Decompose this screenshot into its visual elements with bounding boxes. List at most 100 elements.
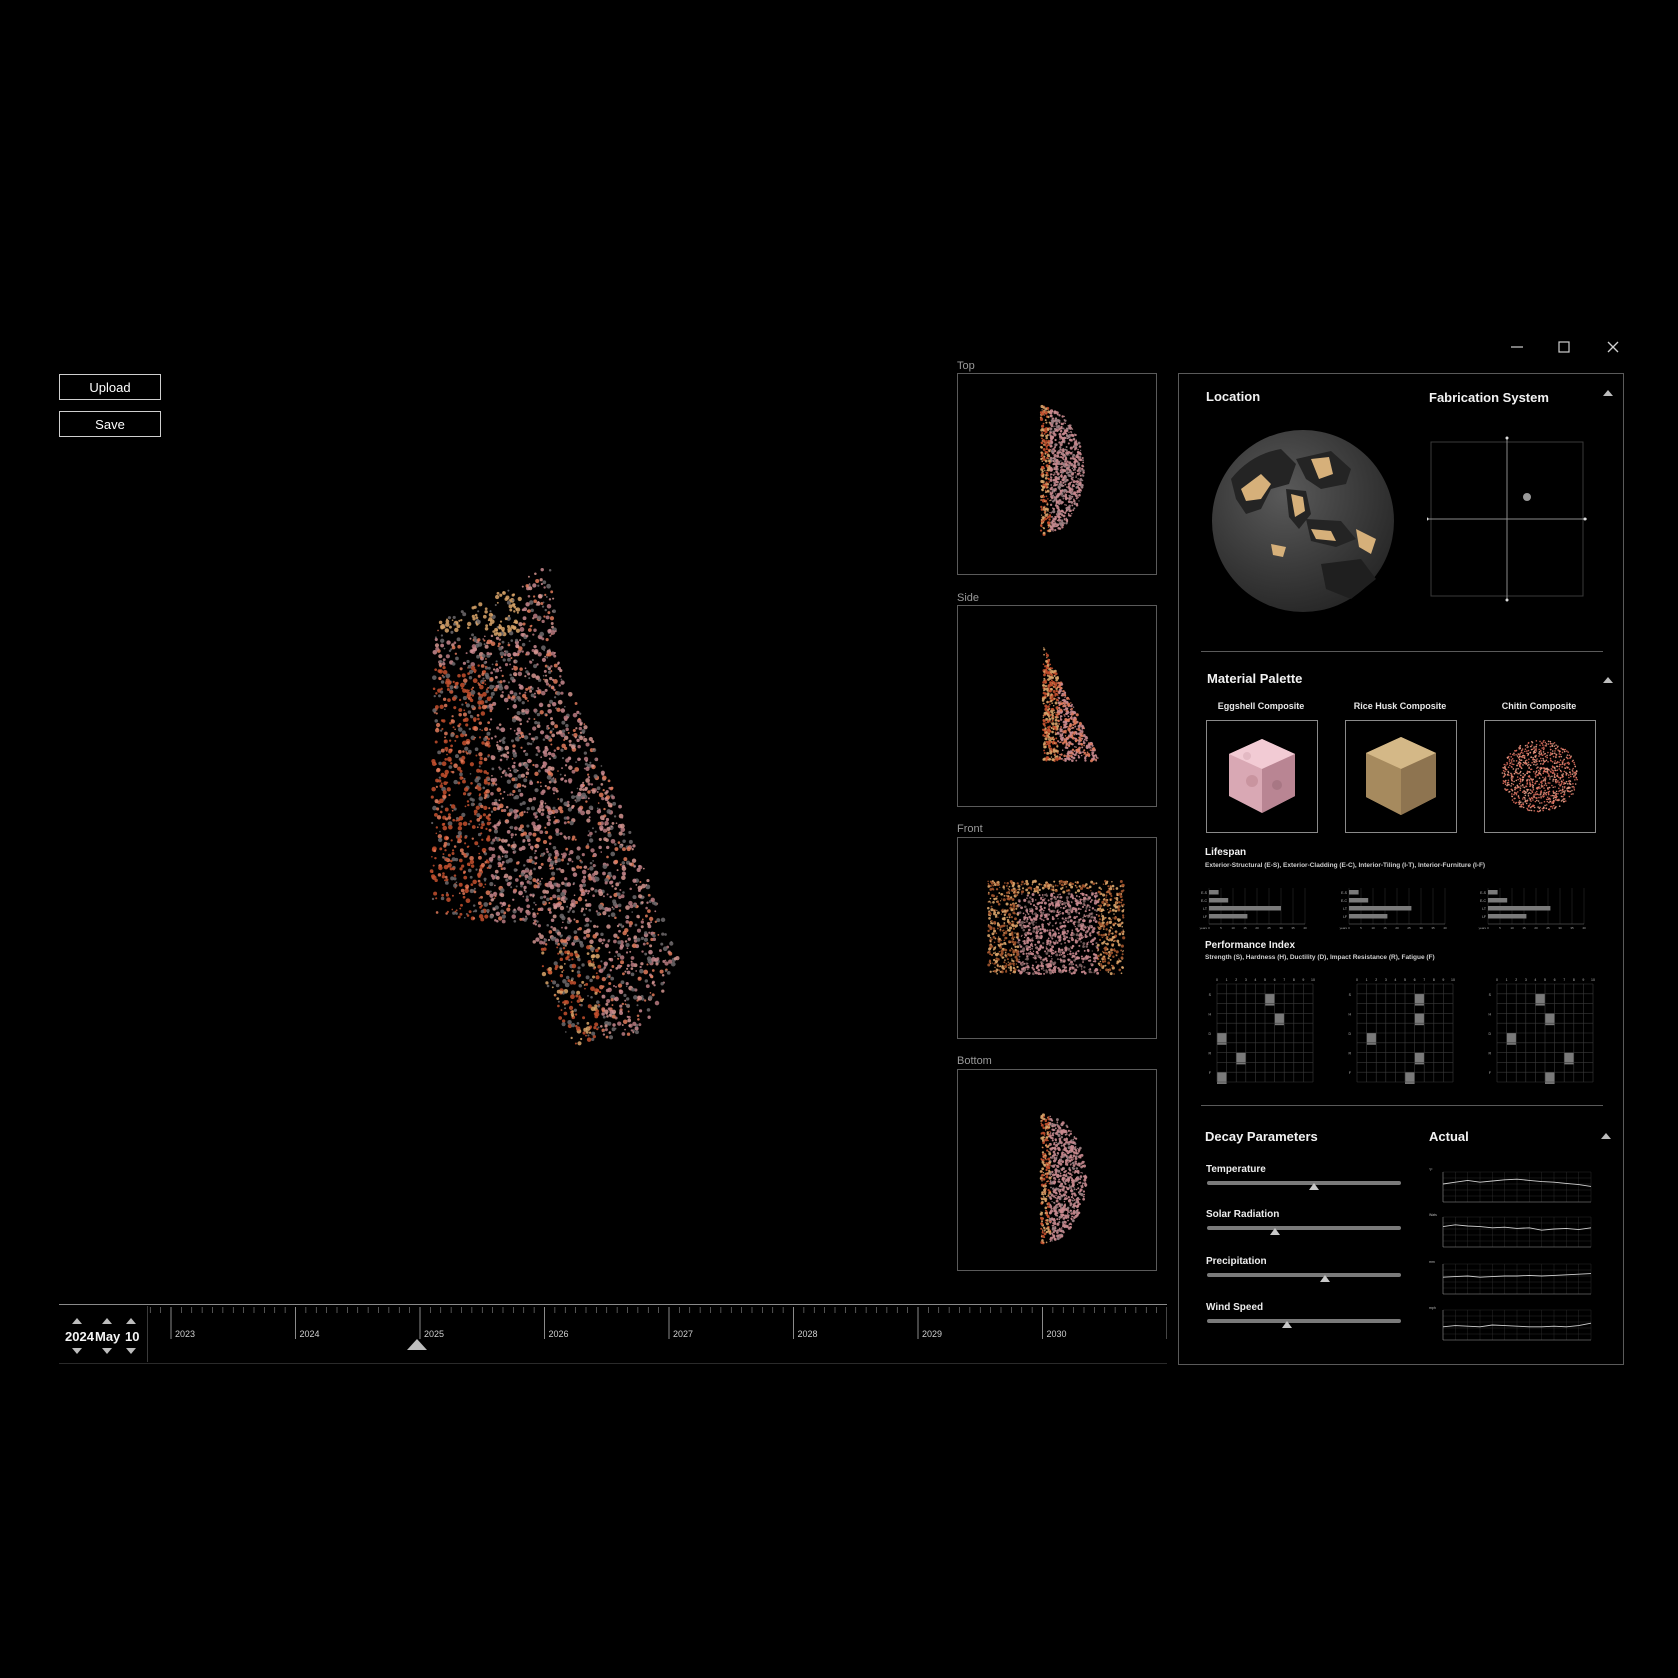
slider-thumb-solar-radiation[interactable]	[1269, 1228, 1280, 1235]
month-up-icon[interactable]	[102, 1318, 112, 1324]
lifespan-tick-label: 30	[1558, 926, 1562, 930]
lifespan-tick-label: 35	[1570, 926, 1574, 930]
lifespan-tick-label: 15	[1522, 926, 1526, 930]
performance-row-label: F	[1209, 1071, 1211, 1075]
performance-col-tick: 5	[1404, 978, 1406, 982]
maximize-icon[interactable]	[1557, 340, 1571, 354]
view-side[interactable]	[957, 605, 1157, 807]
timeline-year-label: 2030	[1046, 1329, 1067, 1339]
timeline-year-label: 2025	[424, 1329, 445, 1339]
save-button[interactable]: Save	[59, 411, 161, 437]
timeline-cursor[interactable]	[407, 1339, 428, 1350]
fabrication-system-chart[interactable]	[1425, 434, 1587, 604]
performance-col-tick: 10	[1311, 978, 1315, 982]
lifespan-subtitle: Exterior-Structural (E-S), Exterior-Clad…	[1205, 862, 1486, 869]
date-day[interactable]: 10	[125, 1329, 139, 1344]
performance-row-label: R	[1348, 1052, 1351, 1056]
lifespan-chart: E-S E-C I-T I-F 0 5 10 15 20 25 30 35 40 years	[1200, 888, 1307, 930]
date-picker: 2024 May 10	[59, 1306, 148, 1362]
lifespan-bar	[1488, 906, 1551, 911]
lifespan-bar	[1209, 906, 1281, 911]
material-swatch-eggshell[interactable]	[1206, 720, 1318, 833]
timeline-year-label: 2027	[673, 1329, 694, 1339]
performance-row-label: D	[1348, 1032, 1351, 1036]
lifespan-tick-label: 20	[1395, 926, 1399, 930]
location-globe[interactable]	[1211, 429, 1395, 613]
day-up-icon[interactable]	[126, 1318, 136, 1324]
minimize-icon[interactable]	[1510, 340, 1524, 354]
lifespan-tick-label: 30	[1419, 926, 1423, 930]
performance-chart: 0 1 2 3 4 5 6 7 8 9 10 S H D R F	[1208, 978, 1315, 1084]
slider-thumb-precipitation[interactable]	[1320, 1275, 1331, 1282]
viewport-3d[interactable]	[380, 540, 720, 1080]
view-label-front: Front	[957, 823, 983, 835]
lifespan-bar	[1488, 914, 1527, 919]
performance-col-tick: 1	[1226, 978, 1228, 982]
performance-col-tick: 7	[1423, 978, 1425, 982]
lifespan-bar	[1209, 890, 1219, 895]
lifespan-row-label: E-S	[1480, 891, 1487, 895]
year-up-icon[interactable]	[72, 1318, 82, 1324]
lifespan-title: Lifespan	[1205, 847, 1247, 858]
performance-col-tick: 4	[1534, 978, 1536, 982]
lifespan-tick-label: 40	[1582, 926, 1586, 930]
performance-title: Performance Index	[1205, 940, 1296, 951]
fabrication-title: Fabrication System	[1429, 390, 1549, 405]
slider-track-temperature[interactable]	[1207, 1181, 1401, 1185]
lifespan-row-label: I-F	[1343, 915, 1347, 919]
lifespan-tick-label: 0	[1208, 926, 1210, 930]
slider-track-wind-speed[interactable]	[1207, 1319, 1401, 1323]
performance-row-label: D	[1488, 1032, 1491, 1036]
lifespan-tick-label: 5	[1220, 926, 1222, 930]
collapse-material-icon[interactable]	[1603, 677, 1613, 683]
upload-button[interactable]: Upload	[59, 374, 161, 400]
view-bottom[interactable]	[957, 1069, 1157, 1271]
lifespan-tick-label: 40	[1443, 926, 1447, 930]
lifespan-row-label: I-T	[1343, 907, 1348, 911]
lifespan-row-label: I-F	[1203, 915, 1207, 919]
material-swatch-rice-husk[interactable]	[1345, 720, 1457, 833]
lifespan-tick-label: 15	[1243, 926, 1247, 930]
day-down-icon[interactable]	[126, 1348, 136, 1354]
timeline-year-label: 2026	[548, 1329, 569, 1339]
lifespan-tick-label: 10	[1231, 926, 1235, 930]
decay-title: Decay Parameters	[1205, 1129, 1318, 1144]
lifespan-tick-label: 25	[1546, 926, 1550, 930]
performance-col-tick: 6	[1554, 978, 1556, 982]
param-label-temperature: Temperature	[1206, 1164, 1266, 1175]
slider-thumb-wind-speed[interactable]	[1281, 1321, 1292, 1328]
lifespan-charts: E-S E-C I-T I-F 0 5 10 15 20 25 30 35 40 years E-S E-C I…	[1200, 888, 1586, 930]
collapse-decay-icon[interactable]	[1601, 1133, 1611, 1139]
lifespan-bar	[1209, 898, 1229, 903]
date-year[interactable]: 2024	[65, 1329, 94, 1344]
performance-col-tick: 3	[1245, 978, 1247, 982]
performance-row-label: S	[1489, 993, 1492, 997]
lifespan-row-label: E-S	[1341, 891, 1348, 895]
slider-thumb-temperature[interactable]	[1308, 1183, 1319, 1190]
actual-unit-label: mph	[1429, 1306, 1436, 1310]
year-down-icon[interactable]	[72, 1348, 82, 1354]
performance-col-tick: 4	[1394, 978, 1396, 982]
timeline-year-label: 2028	[797, 1329, 818, 1339]
performance-col-tick: 2	[1235, 978, 1237, 982]
timeline[interactable]	[59, 1304, 1167, 1364]
date-month[interactable]: May	[95, 1329, 120, 1344]
view-top[interactable]	[957, 373, 1157, 575]
lifespan-row-label: E-C	[1341, 899, 1348, 903]
performance-col-tick: 5	[1544, 978, 1546, 982]
timeline-year-label: 2024	[299, 1329, 320, 1339]
collapse-location-icon[interactable]	[1603, 390, 1613, 396]
month-down-icon[interactable]	[102, 1348, 112, 1354]
slider-track-precipitation[interactable]	[1207, 1273, 1401, 1277]
performance-row-label: F	[1349, 1071, 1351, 1075]
lifespan-bar	[1349, 890, 1359, 895]
slider-track-solar-radiation[interactable]	[1207, 1226, 1401, 1230]
performance-col-tick: 5	[1264, 978, 1266, 982]
performance-col-tick: 0	[1496, 978, 1498, 982]
lifespan-row-label: E-S	[1201, 891, 1208, 895]
material-swatch-chitin[interactable]	[1484, 720, 1596, 833]
close-icon[interactable]	[1606, 340, 1620, 354]
actual-chart: °F	[1429, 1168, 1592, 1203]
performance-subtitle: Strength (S), Hardness (H), Ductility (D…	[1205, 954, 1435, 961]
view-front[interactable]	[957, 837, 1157, 1039]
